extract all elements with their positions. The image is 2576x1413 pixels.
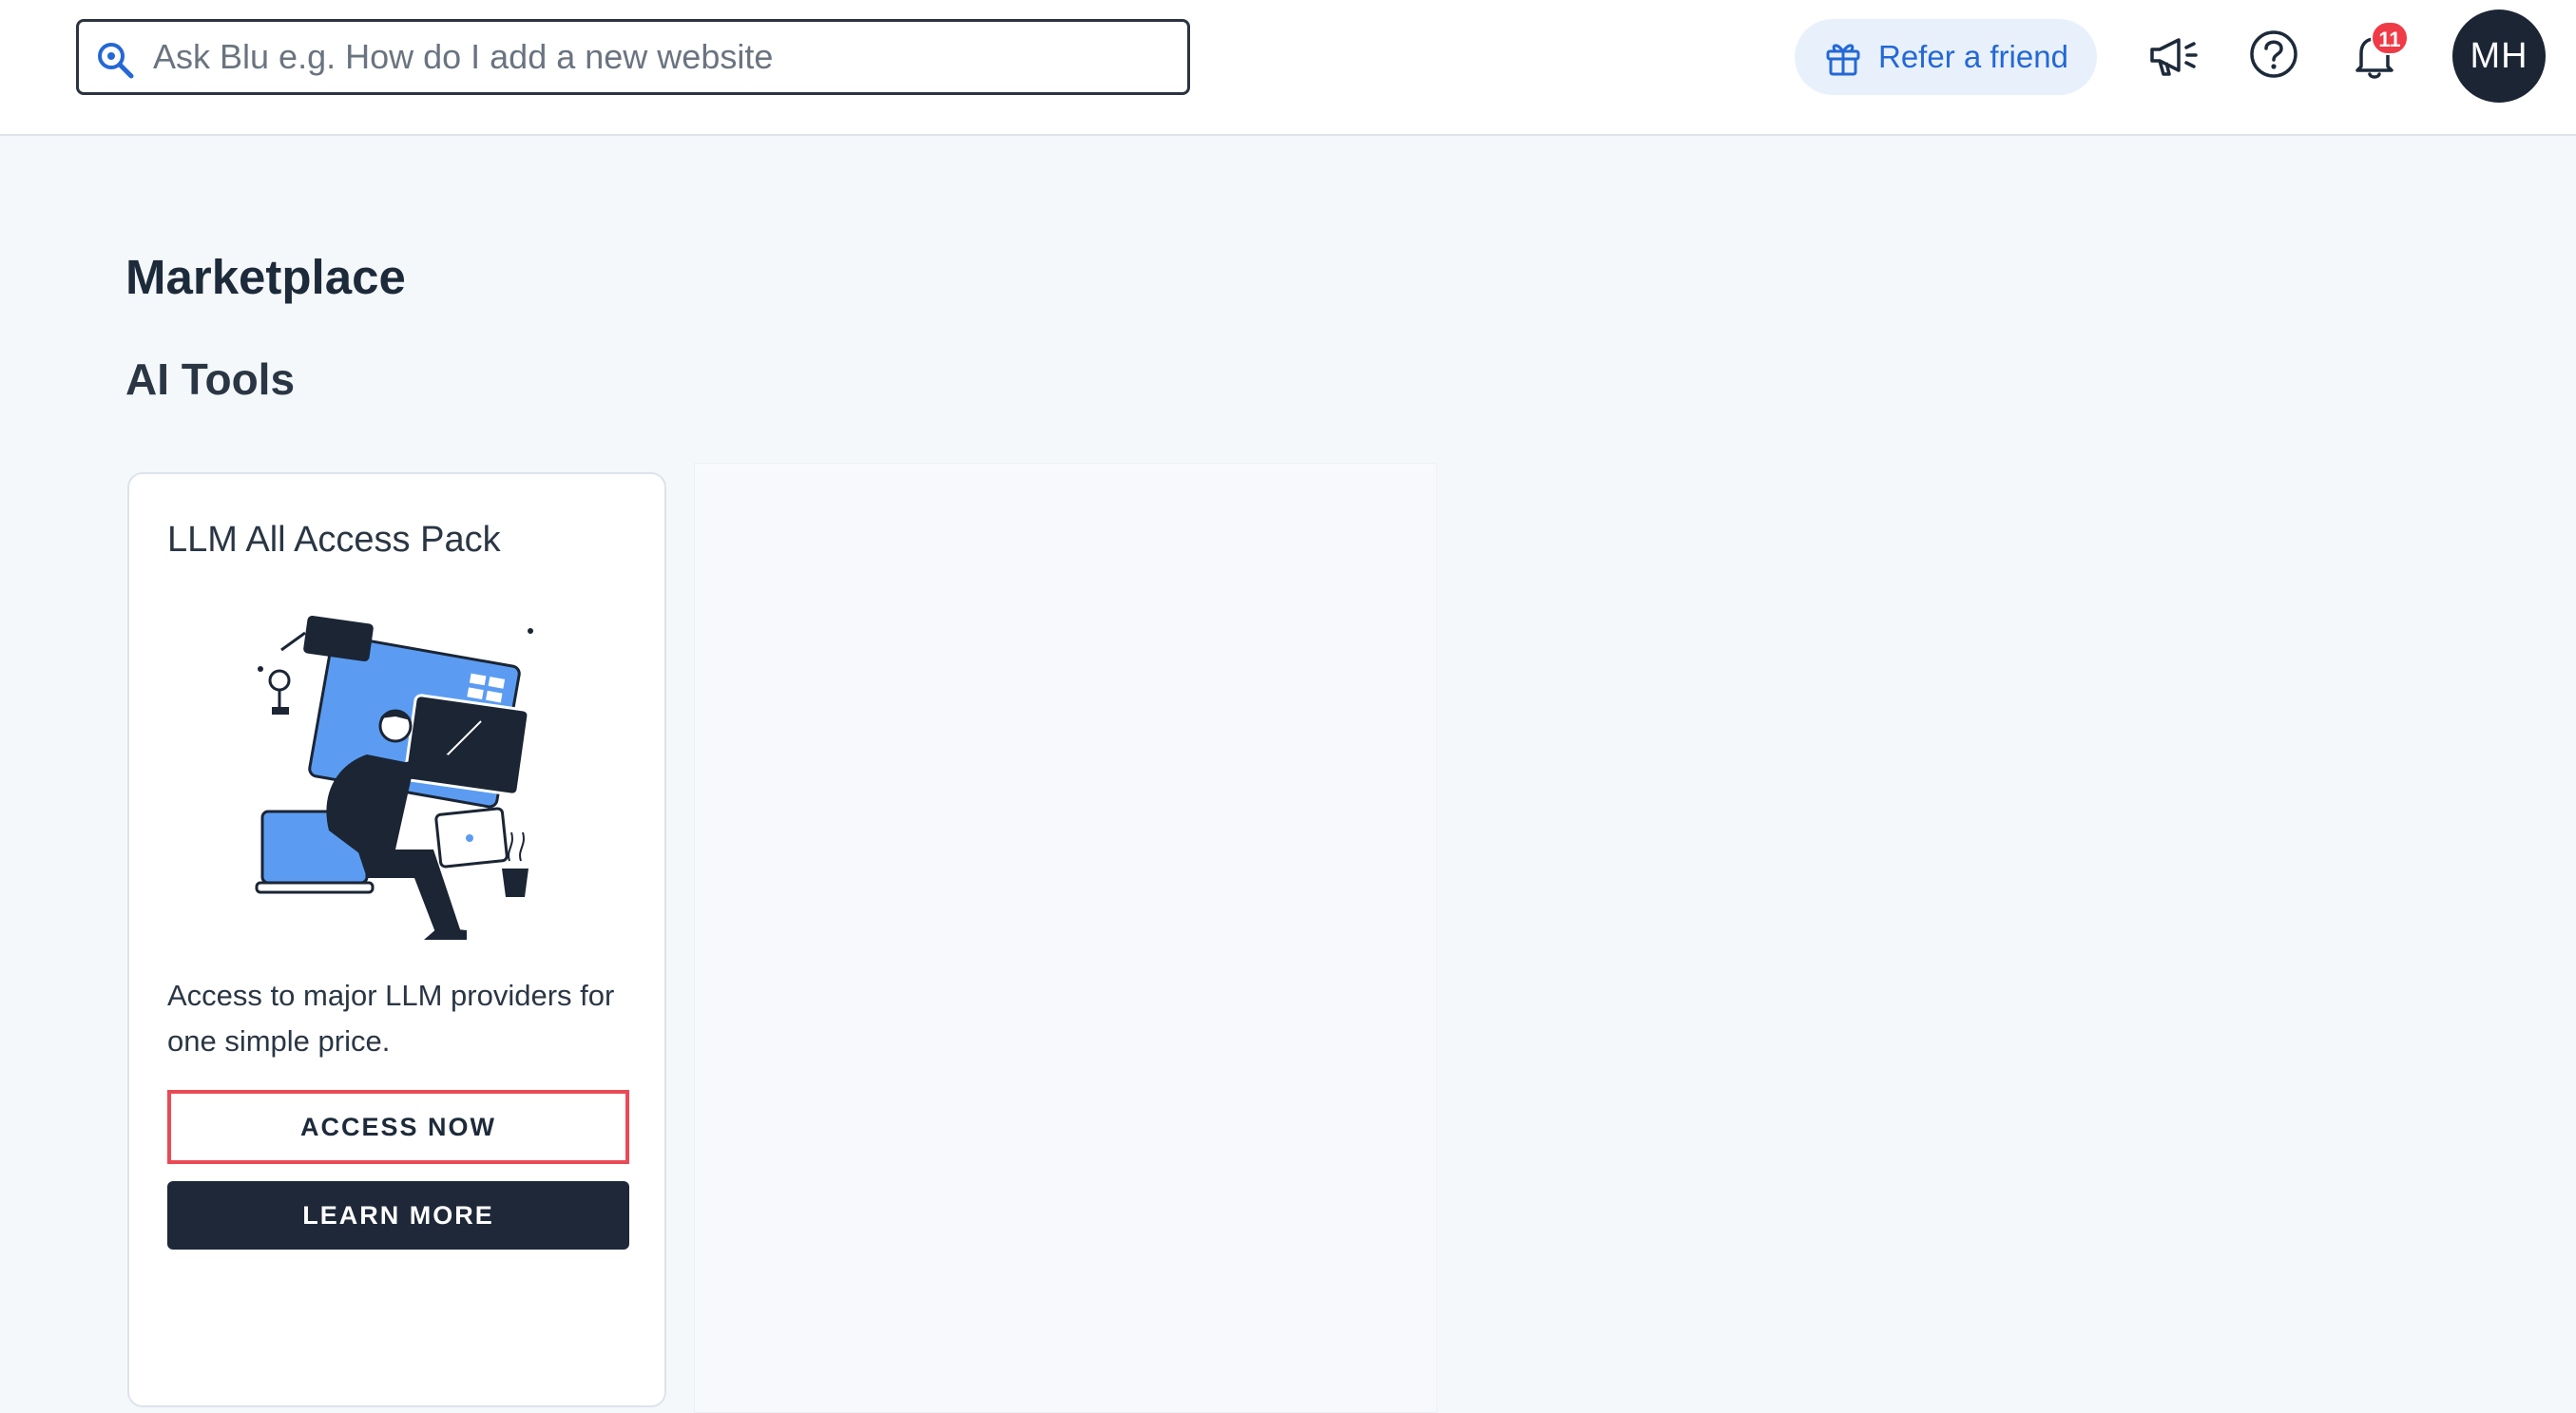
search-input[interactable]: [153, 29, 1161, 85]
refer-label: Refer a friend: [1878, 39, 2068, 74]
gift-icon: [1826, 44, 1860, 76]
help-circle-icon: [2250, 30, 2297, 78]
refer-a-friend-button[interactable]: Refer a friend: [1795, 19, 2097, 95]
search-icon: [98, 43, 134, 79]
announcements-button[interactable]: [2146, 29, 2200, 82]
learn-more-button[interactable]: LEARN MORE: [167, 1181, 629, 1250]
top-bar: Refer a friend 11 MH: [0, 0, 2576, 136]
section-title-ai-tools: AI Tools: [125, 354, 296, 404]
page-title: Marketplace: [125, 250, 406, 304]
search-box[interactable]: [76, 19, 1190, 95]
user-avatar[interactable]: MH: [2452, 10, 2546, 103]
access-now-button[interactable]: ACCESS NOW: [167, 1090, 629, 1164]
card-description: Access to major LLM providers for one si…: [167, 979, 615, 1058]
help-button[interactable]: [2248, 29, 2299, 80]
empty-card-slot: [694, 463, 1437, 1413]
card-title: LLM All Access Pack: [167, 520, 501, 560]
product-card-llm-all-access: LLM All Access Pack Access to major LLM …: [127, 472, 666, 1407]
megaphone-icon: [2150, 38, 2198, 76]
person-at-computer-illustration: [255, 615, 533, 940]
notification-count-badge: 11: [2371, 21, 2409, 55]
